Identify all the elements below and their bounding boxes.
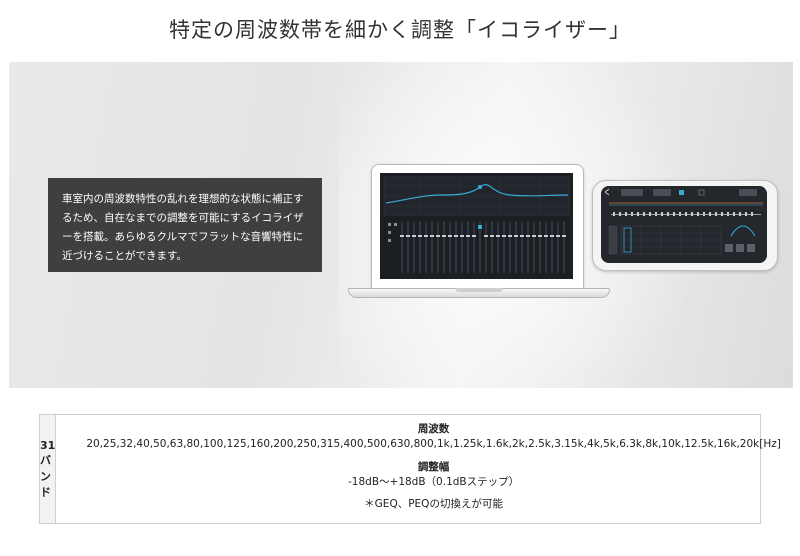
spec-values-cell: 周波数 20,25,32,40,50,63,80,100,125,160,200…: [56, 415, 800, 523]
phone-equalizer-graph: [601, 186, 767, 263]
spec-table: 31バンド 周波数 20,25,32,40,50,63,80,100,125,1…: [39, 414, 781, 524]
page-title: 特定の周波数帯を細かく調整「イコライザー」: [169, 18, 631, 42]
phone-eq-screen: [601, 186, 767, 263]
feature-description: 車室内の周波数特性の乱れを理想的な状態に補正するため、自在なまでの調整を可能にす…: [48, 178, 322, 272]
frequency-values: 20,25,32,40,50,63,80,100,125,160,200,250…: [86, 438, 781, 450]
range-value: -18dB～+18dB（0.1dBステップ）: [348, 476, 520, 488]
laptop-notch: [455, 288, 503, 292]
equalizer-graph: [380, 173, 573, 279]
spec-label-cell: 31バンド: [40, 415, 57, 523]
frequency-heading: 周波数: [417, 423, 450, 435]
spec-note: ＊GEQ、PEQの切換えが可能: [364, 498, 503, 510]
laptop-eq-screen: [380, 173, 573, 279]
laptop-illustration: [371, 164, 584, 290]
hero-banner: 車室内の周波数特性の乱れを理想的な状態に補正するため、自在なまでの調整を可能にす…: [9, 62, 793, 388]
range-heading: 調整幅: [417, 461, 450, 473]
phone-illustration: [592, 180, 778, 271]
